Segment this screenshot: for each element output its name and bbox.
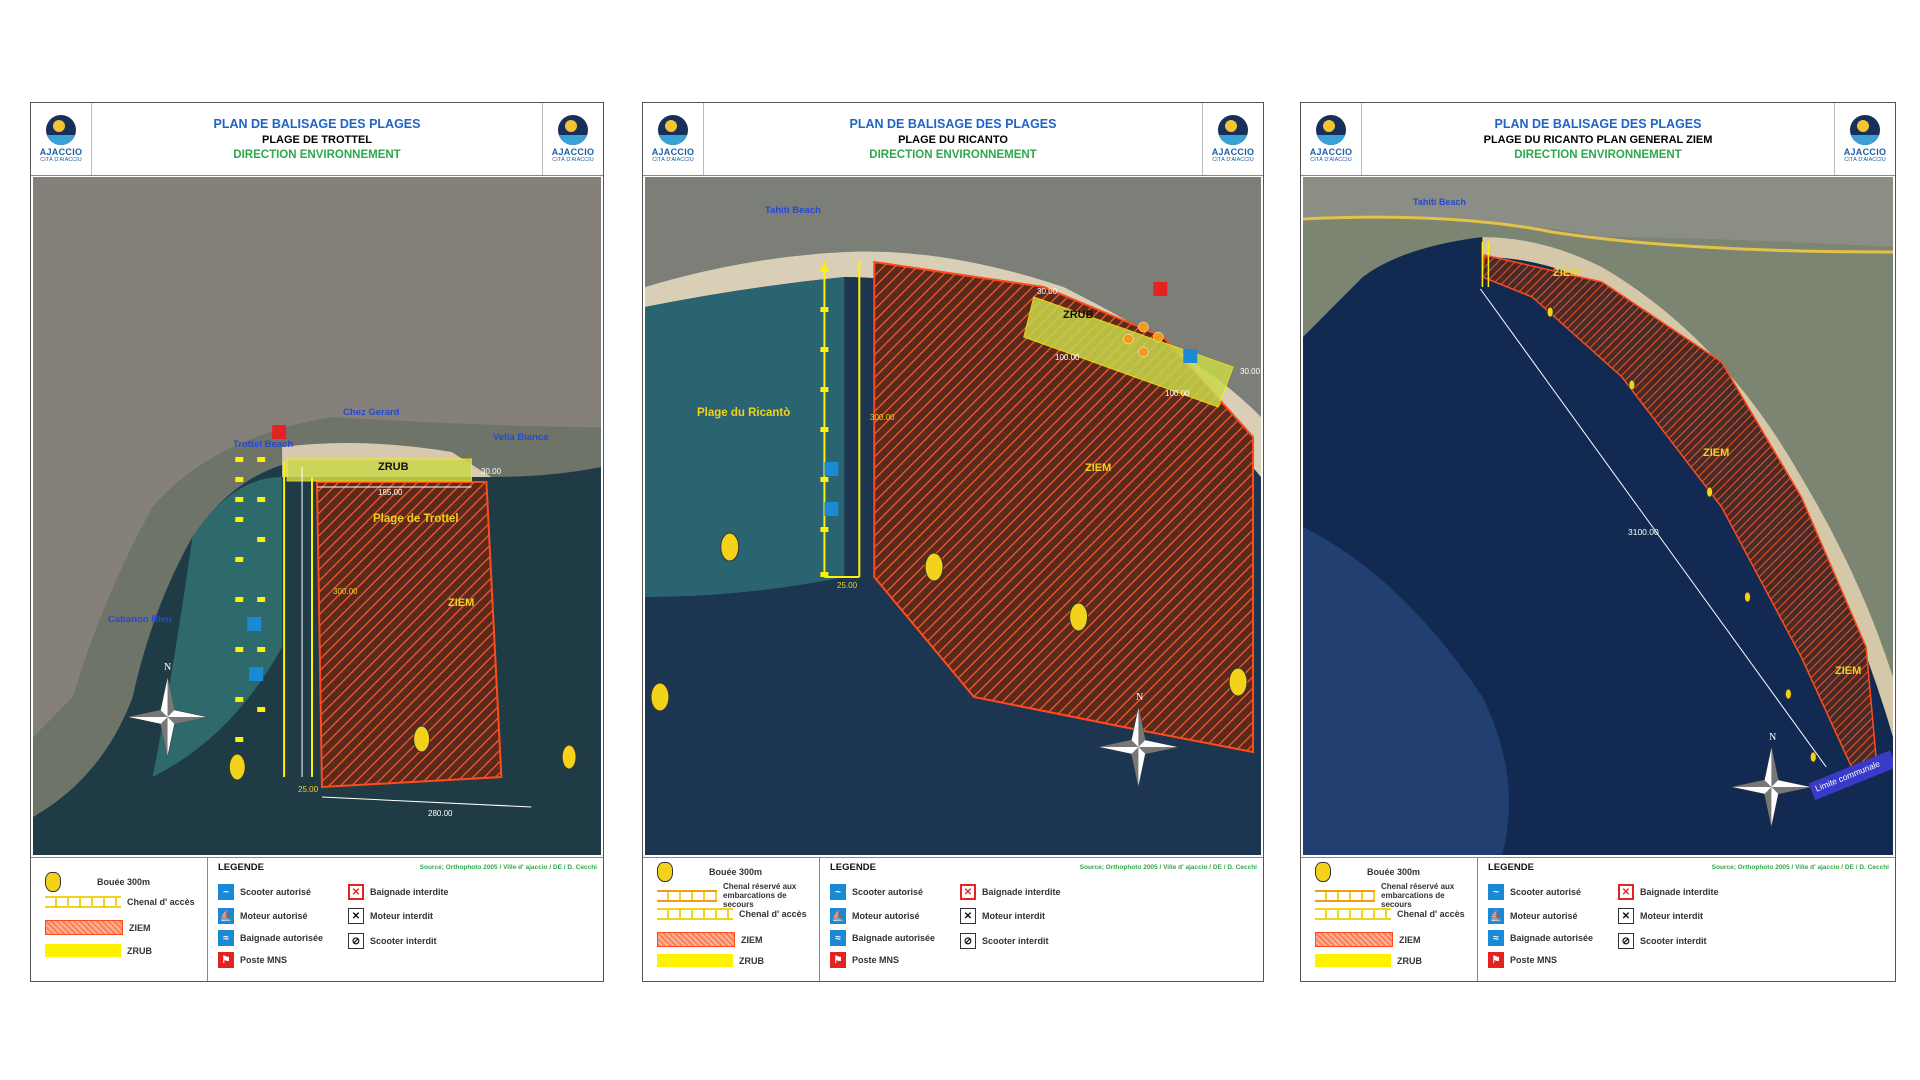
boat-icon: ⛵ — [218, 908, 234, 924]
source-label: Source; Orthophoto 2005 / Ville d' ajacc… — [1711, 864, 1889, 871]
label-plage-trottel: Plage de Trottel — [373, 513, 459, 525]
label-d185: 185.00 — [378, 488, 403, 497]
plan-title: PLAN DE BALISAGE DES PLAGES — [213, 117, 421, 131]
swimmer-icon: ≈ — [830, 930, 846, 946]
no-swim-icon: ✕ — [348, 884, 364, 900]
direction-label: DIRECTION ENVIRONNEMENT — [1514, 149, 1682, 161]
flag-icon: ⚑ — [830, 952, 846, 968]
source-label: Source; Orthophoto 2005 / Ville d' ajacc… — [419, 864, 597, 871]
map-area[interactable]: Tahiti Beach ZRUB 30.00 100.00 100.00 30… — [645, 177, 1261, 855]
ajaccio-logo: AJACCIO CITÀ D'AIACCIU — [542, 103, 603, 175]
label-d300: 300.00 — [333, 587, 358, 596]
no-scooter-icon: ⊘ — [960, 933, 976, 949]
scooter-icon — [824, 462, 839, 476]
flag-icon: ⚑ — [1488, 952, 1504, 968]
beach-subtitle: PLAGE DU RICANTO — [898, 134, 1008, 146]
swimmer-icon: ≈ — [218, 930, 234, 946]
scooter-icon: ~ — [1488, 884, 1504, 900]
boat-icon: ⛵ — [1488, 908, 1504, 924]
label-d3100: 3100.00 — [1628, 527, 1659, 537]
label-d30: 30.00 — [481, 467, 502, 476]
no-motor-icon: ✕ — [960, 908, 976, 924]
ajaccio-logo: AJACCIO CITÀ D'AIACCIU — [1301, 103, 1362, 175]
compass-north: N — [1769, 732, 1777, 743]
ajaccio-logo: AJACCIO CITÀ D'AIACCIU — [31, 103, 92, 175]
no-scooter-icon: ⊘ — [348, 933, 364, 949]
scooter-icon: ~ — [218, 884, 234, 900]
plan-title: PLAN DE BALISAGE DES PLAGES — [1494, 117, 1702, 131]
sheet-header: AJACCIO CITÀ D'AIACCIU PLAN DE BALISAGE … — [643, 103, 1263, 176]
legend: Bouée 300m Chenal d' accès ZIEM ZRUB LEG… — [31, 857, 603, 981]
label-chez-gerard: Chez Gerard — [343, 407, 400, 418]
scooter-icon — [247, 617, 262, 631]
swimmer-icon: ≈ — [1488, 930, 1504, 946]
source-label: Source; Orthophoto 2005 / Ville d' ajacc… — [1079, 864, 1257, 871]
no-motor-icon: ✕ — [348, 908, 364, 924]
label-d30a: 30.00 — [1037, 287, 1058, 296]
legend: Bouée 300m Chenal réservé aux embarcatio… — [643, 857, 1263, 981]
label-d100a: 100.00 — [1055, 353, 1080, 362]
compass-north: N — [1136, 692, 1144, 703]
no-scooter-icon: ⊘ — [1618, 933, 1634, 949]
label-trottel-beach: Trottel Beach — [233, 439, 294, 450]
swimmer-icon — [1183, 349, 1198, 363]
label-d280: 280.00 — [428, 809, 453, 818]
label-ziem: ZIEM — [448, 597, 475, 609]
flag-icon: ⚑ — [218, 952, 234, 968]
beach-subtitle: PLAGE DE TROTTEL — [262, 134, 372, 146]
map-sheet-ricanto-general: AJACCIO CITÀ D'AIACCIU PLAN DE BALISAGE … — [1300, 102, 1896, 982]
label-vella-bianca: Vella Bianca — [493, 432, 549, 443]
direction-label: DIRECTION ENVIRONNEMENT — [233, 149, 401, 161]
map-area[interactable]: Chez Gerard Trottel Beach Vella Bianca Z… — [33, 177, 601, 855]
no-swim-icon: ✕ — [1618, 884, 1634, 900]
label-ziem-2: ZIEM — [1703, 447, 1730, 459]
label-zrub: ZRUB — [378, 461, 409, 473]
label-cabanon-bleu: Cabanon Bleu — [108, 614, 172, 625]
moteur-icon — [824, 502, 839, 516]
ajaccio-logo: AJACCIO CITÀ D'AIACCIU — [1202, 103, 1263, 175]
legend-title: LEGENDE — [218, 862, 264, 873]
no-motor-icon: ✕ — [1618, 908, 1634, 924]
boat-icon: ⛵ — [830, 908, 846, 924]
label-plage-ricanto: Plage du Ricantò — [697, 407, 791, 419]
label-d30b: 30.00 — [1240, 367, 1261, 376]
legend: Bouée 300m Chenal réservé aux embarcatio… — [1301, 857, 1895, 981]
label-tahiti-beach: Tahiti Beach — [1413, 197, 1466, 207]
poste-mns-flag-icon — [1153, 282, 1168, 296]
label-zrub: ZRUB — [1063, 309, 1094, 321]
ajaccio-logo: AJACCIO CITÀ D'AIACCIU — [1834, 103, 1895, 175]
label-tahiti-beach: Tahiti Beach — [765, 205, 821, 216]
label-d300: 300.00 — [870, 413, 895, 422]
direction-label: DIRECTION ENVIRONNEMENT — [869, 149, 1037, 161]
label-d25: 25.00 — [298, 785, 319, 794]
beach-subtitle: PLAGE DU RICANTO PLAN GENERAL ZIEM — [1483, 134, 1713, 146]
plan-title: PLAN DE BALISAGE DES PLAGES — [849, 117, 1057, 131]
scooter-icon: ~ — [830, 884, 846, 900]
sheet-header: AJACCIO CITÀ D'AIACCIU PLAN DE BALISAGE … — [31, 103, 603, 176]
label-ziem: ZIEM — [1085, 462, 1112, 474]
legend-title: LEGENDE — [830, 862, 876, 873]
map-sheet-ricanto: AJACCIO CITÀ D'AIACCIU PLAN DE BALISAGE … — [642, 102, 1264, 982]
legend-title: LEGENDE — [1488, 862, 1534, 873]
label-ziem-1: ZIEM — [1553, 267, 1580, 279]
ajaccio-logo: AJACCIO CITÀ D'AIACCIU — [643, 103, 704, 175]
poste-mns-flag-icon — [272, 425, 287, 439]
label-ziem-3: ZIEM — [1835, 665, 1862, 677]
map-sheet-trottel: AJACCIO CITÀ D'AIACCIU PLAN DE BALISAGE … — [30, 102, 604, 982]
buoy-icon — [45, 872, 61, 892]
ziem-zone — [315, 481, 503, 789]
buoy-icon — [657, 862, 673, 882]
moteur-icon — [249, 667, 264, 681]
label-d25: 25.00 — [837, 581, 858, 590]
sheet-header: AJACCIO CITÀ D'AIACCIU PLAN DE BALISAGE … — [1301, 103, 1895, 176]
map-area[interactable]: Tahiti Beach ZIEM ZIEM 3100.00 ZIEM Limi… — [1303, 177, 1893, 855]
compass-north: N — [164, 662, 172, 673]
label-d100b: 100.00 — [1165, 389, 1190, 398]
no-swim-icon: ✕ — [960, 884, 976, 900]
buoy-icon — [1315, 862, 1331, 882]
